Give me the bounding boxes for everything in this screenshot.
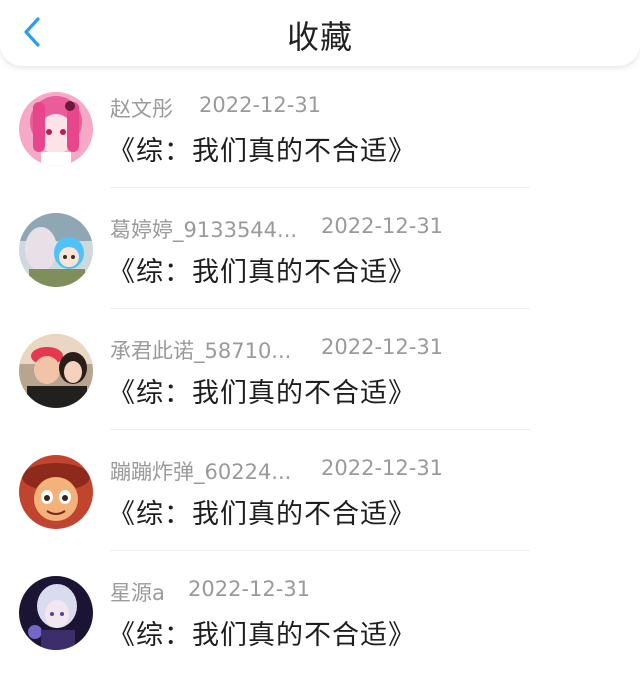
avatar[interactable] xyxy=(19,576,93,650)
item-meta: 蹦蹦炸弹_60224... 2022-12-31 xyxy=(110,456,443,486)
list-item[interactable]: 葛婷婷_9133544... 2022-12-31 《综：我们真的不合适》 xyxy=(0,187,640,309)
timestamp: 2022-12-31 xyxy=(321,214,444,238)
timestamp: 2022-12-31 xyxy=(321,335,444,359)
timestamp: 2022-12-31 xyxy=(199,93,322,117)
username[interactable]: 赵文彤 xyxy=(110,93,173,123)
avatar[interactable] xyxy=(19,455,93,529)
work-title[interactable]: 《综：我们真的不合适》 xyxy=(108,492,416,531)
avatar[interactable] xyxy=(19,334,93,408)
avatar-image xyxy=(19,213,93,287)
item-meta: 赵文彤 2022-12-31 xyxy=(110,93,321,123)
avatar[interactable] xyxy=(19,213,93,287)
avatar-image xyxy=(19,576,93,650)
list-item[interactable]: 赵文彤 2022-12-31 《综：我们真的不合适》 xyxy=(0,66,640,188)
avatar[interactable] xyxy=(19,92,93,166)
page-title: 收藏 xyxy=(286,18,353,56)
username[interactable]: 承君此诺_58710... xyxy=(110,335,291,365)
avatar-image xyxy=(19,455,93,529)
avatar-image xyxy=(19,334,93,408)
list-item[interactable]: 蹦蹦炸弹_60224... 2022-12-31 《综：我们真的不合适》 xyxy=(0,429,640,551)
list-item[interactable]: 星源a 2022-12-31 《综：我们真的不合适》 xyxy=(0,550,640,671)
work-title[interactable]: 《综：我们真的不合适》 xyxy=(108,613,416,652)
item-meta: 承君此诺_58710... 2022-12-31 xyxy=(110,335,443,365)
timestamp: 2022-12-31 xyxy=(321,456,444,480)
favorites-list: 赵文彤 2022-12-31 《综：我们真的不合适》 葛婷婷_9133544..… xyxy=(0,66,640,671)
username[interactable]: 星源a xyxy=(110,577,165,607)
item-meta: 星源a 2022-12-31 xyxy=(110,577,310,607)
item-meta: 葛婷婷_9133544... 2022-12-31 xyxy=(110,214,443,244)
username[interactable]: 葛婷婷_9133544... xyxy=(110,214,297,244)
timestamp: 2022-12-31 xyxy=(188,577,311,601)
list-item[interactable]: 承君此诺_58710... 2022-12-31 《综：我们真的不合适》 xyxy=(0,308,640,430)
work-title[interactable]: 《综：我们真的不合适》 xyxy=(108,371,416,410)
username[interactable]: 蹦蹦炸弹_60224... xyxy=(110,456,291,486)
top-bar: 收藏 xyxy=(0,0,640,66)
work-title[interactable]: 《综：我们真的不合适》 xyxy=(108,129,416,168)
avatar-image xyxy=(19,92,93,166)
work-title[interactable]: 《综：我们真的不合适》 xyxy=(108,250,416,289)
